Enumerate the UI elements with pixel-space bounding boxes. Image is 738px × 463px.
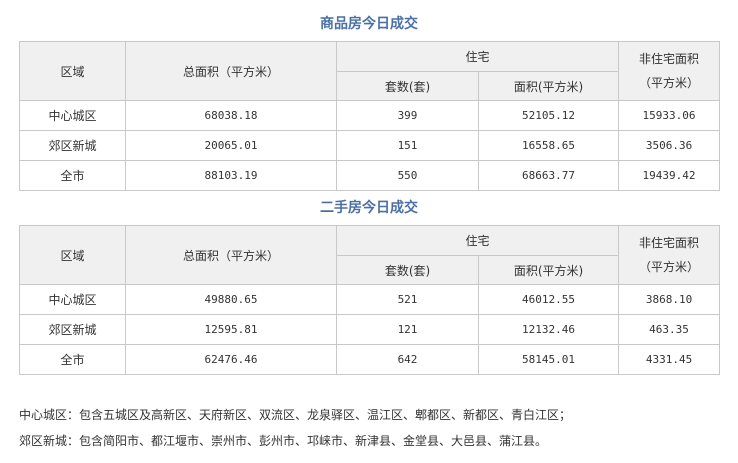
residential-area-cell: 12132.46 [477, 314, 620, 345]
residential-area-cell: 68663.77 [477, 160, 620, 191]
commercial-housing-title: 商品房今日成交 [320, 16, 418, 32]
table-row: 全市 62476.46 642 58145.01 4331.45 [19, 344, 721, 375]
nonresidential-area-cell: 3868.10 [618, 284, 721, 315]
header-residential: 住宅 [335, 41, 620, 72]
residential-area-cell: 58145.01 [477, 344, 620, 375]
header-residential-area: 面积(平方米) [477, 71, 620, 101]
total-area-cell: 68038.18 [125, 100, 337, 131]
table-row: 全市 88103.19 550 68663.77 19439.42 [19, 160, 721, 191]
nonresidential-area-cell: 19439.42 [618, 160, 721, 191]
header-nonres-line2: （平方米） [639, 76, 700, 90]
region-cell: 中心城区 [19, 284, 126, 315]
total-area-cell: 12595.81 [125, 314, 337, 345]
table-row: 郊区新城 12595.81 121 12132.46 463.35 [19, 314, 721, 345]
header-total-area: 总面积（平方米） [125, 225, 337, 285]
units-cell: 521 [336, 284, 479, 315]
header-region: 区域 [19, 41, 126, 101]
units-cell: 151 [336, 130, 479, 161]
nonresidential-area-cell: 4331.45 [618, 344, 721, 375]
residential-area-cell: 46012.55 [477, 284, 620, 315]
region-cell: 郊区新城 [19, 314, 126, 345]
table-row: 中心城区 68038.18 399 52105.12 15933.06 [19, 100, 721, 131]
units-cell: 399 [336, 100, 479, 131]
commercial-housing-table: 区域 总面积（平方米） 住宅 非住宅面积 （平方米） 套数(套) 面积(平方米)… [19, 41, 721, 191]
table-row: 郊区新城 20065.01 151 16558.65 3506.36 [19, 130, 721, 161]
residential-area-cell: 52105.12 [477, 100, 620, 131]
region-cell: 郊区新城 [19, 130, 126, 161]
region-cell: 全市 [19, 344, 126, 375]
header-region: 区域 [19, 225, 126, 285]
header-units: 套数(套) [336, 255, 479, 285]
header-nonresidential-area: 非住宅面积 （平方米） [618, 225, 721, 285]
total-area-cell: 49880.65 [125, 284, 337, 315]
header-nonresidential-area: 非住宅面积 （平方米） [618, 41, 721, 101]
header-nonres-line1: 非住宅面积 [639, 236, 700, 250]
table-row: 中心城区 49880.65 521 46012.55 3868.10 [19, 284, 721, 315]
nonresidential-area-cell: 3506.36 [618, 130, 721, 161]
header-units: 套数(套) [336, 71, 479, 101]
header-total-area: 总面积（平方米） [125, 41, 337, 101]
total-area-cell: 88103.19 [125, 160, 337, 191]
region-notes: 中心城区：包含五城区及高新区、天府新区、双流区、龙泉驿区、温江区、郫都区、新都区… [19, 402, 729, 454]
header-nonres-line2: （平方米） [639, 260, 700, 274]
second-hand-housing-table: 区域 总面积（平方米） 住宅 非住宅面积 （平方米） 套数(套) 面积(平方米)… [19, 225, 721, 375]
total-area-cell: 20065.01 [125, 130, 337, 161]
header-residential: 住宅 [335, 225, 620, 256]
total-area-cell: 62476.46 [125, 344, 337, 375]
units-cell: 642 [336, 344, 479, 375]
units-cell: 121 [336, 314, 479, 345]
header-residential-area: 面积(平方米) [477, 255, 620, 285]
note-suburban-district: 郊区新城：包含简阳市、都江堰市、崇州市、彭州市、邛崃市、新津县、金堂县、大邑县、… [19, 434, 548, 448]
note-central-district: 中心城区：包含五城区及高新区、天府新区、双流区、龙泉驿区、温江区、郫都区、新都区… [19, 408, 572, 422]
region-cell: 全市 [19, 160, 126, 191]
nonresidential-area-cell: 463.35 [618, 314, 721, 345]
units-cell: 550 [336, 160, 479, 191]
residential-area-cell: 16558.65 [477, 130, 620, 161]
nonresidential-area-cell: 15933.06 [618, 100, 721, 131]
region-cell: 中心城区 [19, 100, 126, 131]
second-hand-housing-title: 二手房今日成交 [320, 200, 418, 216]
header-nonres-line1: 非住宅面积 [639, 52, 700, 66]
